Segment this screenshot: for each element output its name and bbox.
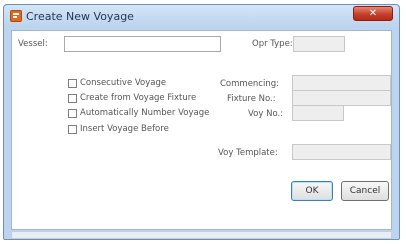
commencing-label: Commencing: (220, 79, 279, 89)
commencing-input[interactable] (293, 76, 390, 90)
ok-button[interactable]: OK (291, 181, 333, 201)
close-button[interactable]: ✕ (353, 6, 393, 21)
dialog-title: Create New Voyage (26, 10, 134, 23)
checkbox[interactable] (68, 124, 77, 134)
fixture-no-input[interactable] (293, 91, 390, 105)
checkbox-automatically-number-voyage[interactable]: Automatically Number Voyage (68, 108, 209, 119)
voy-template-label: Voy Template: (218, 148, 278, 158)
voy-template-field[interactable] (292, 144, 391, 160)
vessel-label: Vessel: (18, 39, 48, 49)
checkbox-label: Automatically Number Voyage (80, 108, 210, 118)
checkbox-consecutive-voyage[interactable]: Consecutive Voyage (68, 78, 166, 89)
checkbox[interactable] (68, 93, 77, 103)
voy-template-input[interactable] (293, 145, 390, 159)
voy-no-label: Voy No.: (248, 109, 284, 119)
checkbox-label: Consecutive Voyage (80, 78, 167, 88)
opr-type-field[interactable] (293, 36, 345, 52)
checkbox-label: Create from Voyage Fixture (80, 93, 197, 103)
opr-type-label: Opr Type: (252, 39, 293, 49)
close-icon: ✕ (368, 8, 378, 19)
commencing-field[interactable] (292, 75, 391, 91)
checkbox-insert-voyage-before[interactable]: Insert Voyage Before (68, 124, 169, 135)
vessel-field[interactable] (64, 36, 221, 52)
title-bar[interactable]: Create New Voyage ✕ (4, 5, 399, 27)
create-new-voyage-dialog: Create New Voyage ✕ Vessel: Opr Type: Co… (3, 4, 400, 240)
dialog-body: Vessel: Opr Type: Consecutive Voyage Cre… (11, 30, 392, 230)
voy-no-input[interactable] (293, 106, 343, 120)
vessel-input[interactable] (65, 37, 220, 51)
voy-no-field[interactable] (292, 105, 344, 121)
fixture-no-field[interactable] (292, 90, 391, 106)
cancel-button[interactable]: Cancel (341, 181, 389, 201)
checkbox[interactable] (68, 108, 77, 118)
status-bar (11, 231, 392, 239)
opr-type-input[interactable] (294, 37, 344, 51)
checkbox-create-from-voyage-fixture[interactable]: Create from Voyage Fixture (68, 93, 196, 104)
checkbox-label: Insert Voyage Before (80, 124, 169, 134)
voyage-app-icon (10, 10, 22, 22)
fixture-no-label: Fixture No.: (227, 94, 276, 104)
checkbox[interactable] (68, 78, 77, 88)
